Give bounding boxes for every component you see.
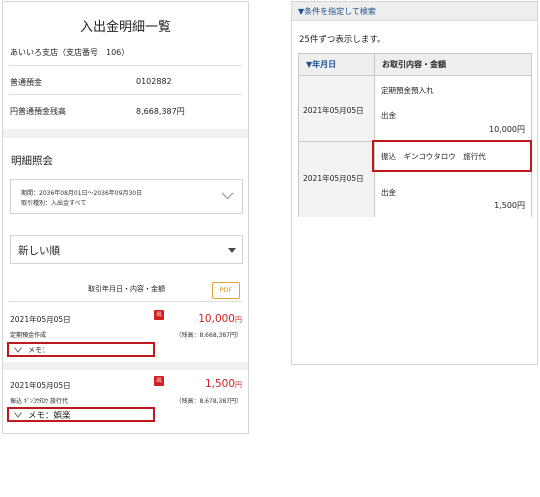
search-conditions-label: ▼条件を指定して検索 — [298, 7, 376, 16]
desktop-statement-panel: ▼条件を指定して検索 25件ずつ表示します。 ▼年月日 お取引内容・金額 202… — [291, 1, 538, 365]
transaction-balance: （残高：8,668,387円） — [175, 332, 242, 339]
divider — [9, 65, 242, 66]
content-column-label: お取引内容・金額 — [382, 60, 446, 69]
section-title: 明細照会 — [11, 155, 53, 167]
branch-info: あいいろ支店（支店番号 106） — [10, 48, 130, 57]
sort-value: 新しい順 — [18, 245, 60, 257]
table-row-date: 2021年05月05日 — [299, 142, 375, 217]
period-filter[interactable]: 期間：2036年08月01日～2036年09月30日 取引種別：入出金すべて — [10, 179, 243, 214]
balance-label: 円普通預金残高 — [10, 107, 66, 116]
divider — [9, 301, 242, 302]
memo-text: メモ：娯楽 — [28, 411, 71, 421]
transaction-balance: （残高：8,678,387円） — [175, 398, 242, 405]
table-row-date: 2021年05月05日 — [299, 76, 375, 142]
content-column-header: お取引内容・金額 — [375, 54, 531, 76]
chevron-down-icon — [14, 347, 22, 353]
caret-down-icon — [228, 248, 236, 253]
balance-value: 8,668,387円 — [136, 107, 185, 116]
row-amount: 10,000円 — [489, 125, 525, 134]
period-text: 期間：2036年08月01日～2036年09月30日 — [21, 190, 143, 197]
table-row-content: 定期預金預入れ 出金 10,000円 — [375, 76, 531, 142]
transactions-table: ▼年月日 お取引内容・金額 2021年05月05日 定期預金預入れ 出金 10,… — [298, 53, 532, 217]
withdrawal-badge: 出 — [154, 310, 164, 320]
date-column-header[interactable]: ▼年月日 — [299, 54, 375, 76]
page-size-text: 25件ずつ表示します。 — [299, 35, 386, 45]
pdf-button[interactable]: PDF — [212, 282, 240, 299]
section-spacer — [3, 129, 248, 138]
account-type-label: 普通預金 — [10, 78, 42, 87]
transaction-amount: 10,000円 — [198, 313, 242, 325]
transaction-description: 定期預金作成 — [10, 332, 47, 339]
transaction-date: 2021年05月05日 — [10, 381, 71, 390]
transaction-date: 2021年05月05日 — [10, 315, 71, 324]
sort-select[interactable]: 新しい順 — [10, 235, 243, 264]
chevron-down-icon — [14, 412, 22, 418]
yen-unit: 円 — [235, 381, 242, 389]
amount-value: 1,500 — [204, 378, 235, 390]
kind-text: 取引種別：入出金すべて — [21, 200, 87, 207]
transaction-description: 振込 ｷﾞﾝｺｳﾀﾛｳ 旅行代 — [10, 398, 68, 405]
search-conditions-toggle[interactable]: ▼条件を指定して検索 — [292, 2, 537, 21]
row-description: 定期預金預入れ — [381, 86, 434, 95]
memo-toggle[interactable]: メモ： — [7, 342, 155, 357]
amount-value: 10,000 — [198, 313, 235, 325]
transaction-spacer — [3, 362, 248, 370]
row-amount: 1,500円 — [494, 201, 525, 210]
transaction-amount: 1,500円 — [205, 378, 242, 390]
chevron-down-icon — [221, 192, 234, 200]
memo-toggle[interactable]: メモ：娯楽 — [7, 407, 155, 422]
row-date: 2021年05月05日 — [303, 174, 364, 183]
memo-text: メモ： — [28, 346, 49, 354]
withdrawal-badge: 出 — [154, 376, 164, 386]
date-column-label: ▼年月日 — [306, 60, 337, 69]
account-number: 0102882 — [136, 77, 172, 86]
row-date: 2021年05月05日 — [303, 106, 364, 115]
yen-unit: 円 — [235, 316, 242, 324]
highlight-box — [372, 140, 532, 172]
row-type: 出金 — [381, 188, 396, 197]
row-type: 出金 — [381, 111, 396, 120]
page-title: 入出金明細一覧 — [79, 20, 171, 35]
divider — [9, 94, 242, 95]
mobile-statement-panel: 入出金明細一覧 あいいろ支店（支店番号 106） 普通預金 0102882 円普… — [2, 1, 249, 434]
